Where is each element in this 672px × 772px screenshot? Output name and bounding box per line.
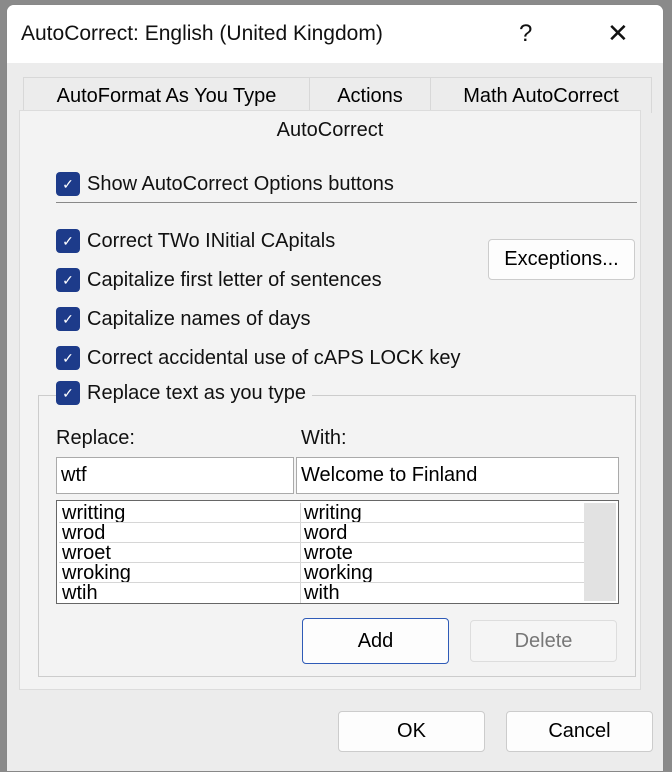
check-icon: ✓ [56,172,80,196]
delete-button[interactable]: Delete [470,620,617,662]
list-item[interactable]: wroking working [59,563,584,583]
check-icon: ✓ [56,268,80,292]
check-icon: ✓ [56,381,80,405]
replacement-list[interactable]: writting writing wrod word wroet wrote wrok… [56,500,619,604]
list-with-cell: writing [304,503,362,522]
autocorrect-dialog: AutoCorrect: English (United Kingdom) ? … [6,4,664,772]
list-item[interactable]: writting writing [59,503,584,523]
help-button[interactable]: ? [519,20,532,48]
checkbox-label: Capitalize names of days [87,307,311,330]
ok-button[interactable]: OK [338,711,485,752]
list-item[interactable]: wroet wrote [59,543,584,563]
list-replace-cell: wroet [59,543,301,562]
cancel-button[interactable]: Cancel [506,711,653,752]
list-item[interactable]: wtih with [59,583,584,603]
show-options-checkbox[interactable]: ✓ Show AutoCorrect Options buttons [56,172,394,196]
list-replace-cell: wroking [59,563,301,582]
list-replace-cell: wrod [59,523,301,542]
exceptions-button[interactable]: Exceptions... [488,239,635,280]
list-replace-cell: wtih [59,583,301,603]
add-button[interactable]: Add [302,618,449,664]
list-with-cell: word [304,523,348,542]
checkbox-label: Show AutoCorrect Options buttons [87,172,394,195]
autocorrect-tab-page: AutoCorrect ✓ Show AutoCorrect Options bu… [19,110,641,690]
list-replace-cell: writting [59,503,301,522]
checkbox-label: Correct accidental use of cAPS LOCK key [87,346,461,369]
correct-two-initial-capitals-checkbox[interactable]: ✓ Correct TWo INitial CApitals [56,229,335,253]
capitalize-days-checkbox[interactable]: ✓ Capitalize names of days [56,307,310,331]
close-button[interactable]: ✕ [607,18,629,49]
check-icon: ✓ [56,346,80,370]
list-item[interactable]: wrod word [59,523,584,543]
replace-label: Replace: [56,427,135,449]
checkbox-label: Replace text as you type [87,381,307,404]
list-with-cell: wrote [304,543,353,562]
with-label: With: [301,427,347,449]
caps-lock-checkbox[interactable]: ✓ Correct accidental use of cAPS LOCK key [56,346,461,370]
checkbox-label: Capitalize first letter of sentences [87,268,382,291]
dialog-title: AutoCorrect: English (United Kingdom) [21,22,383,45]
with-input[interactable]: Welcome to Finland [296,457,619,494]
list-with-cell: working [304,563,373,582]
replace-input[interactable]: wtf [56,457,294,494]
list-scrollbar[interactable] [584,503,616,601]
divider [56,202,637,203]
tab-math-autocorrect[interactable]: Math AutoCorrect [430,77,652,113]
tab-autocorrect[interactable]: AutoCorrect [20,119,640,142]
list-with-cell: with [304,583,340,603]
checkbox-label: Correct TWo INitial CApitals [87,229,336,252]
tab-autoformat-as-you-type[interactable]: AutoFormat As You Type [23,77,310,113]
capitalize-first-letter-checkbox[interactable]: ✓ Capitalize first letter of sentences [56,268,382,292]
title-bar: AutoCorrect: English (United Kingdom) ? … [7,5,663,63]
tab-actions[interactable]: Actions [309,77,431,113]
check-icon: ✓ [56,229,80,253]
replace-text-checkbox[interactable]: ✓ Replace text as you type [56,381,313,405]
check-icon: ✓ [56,307,80,331]
